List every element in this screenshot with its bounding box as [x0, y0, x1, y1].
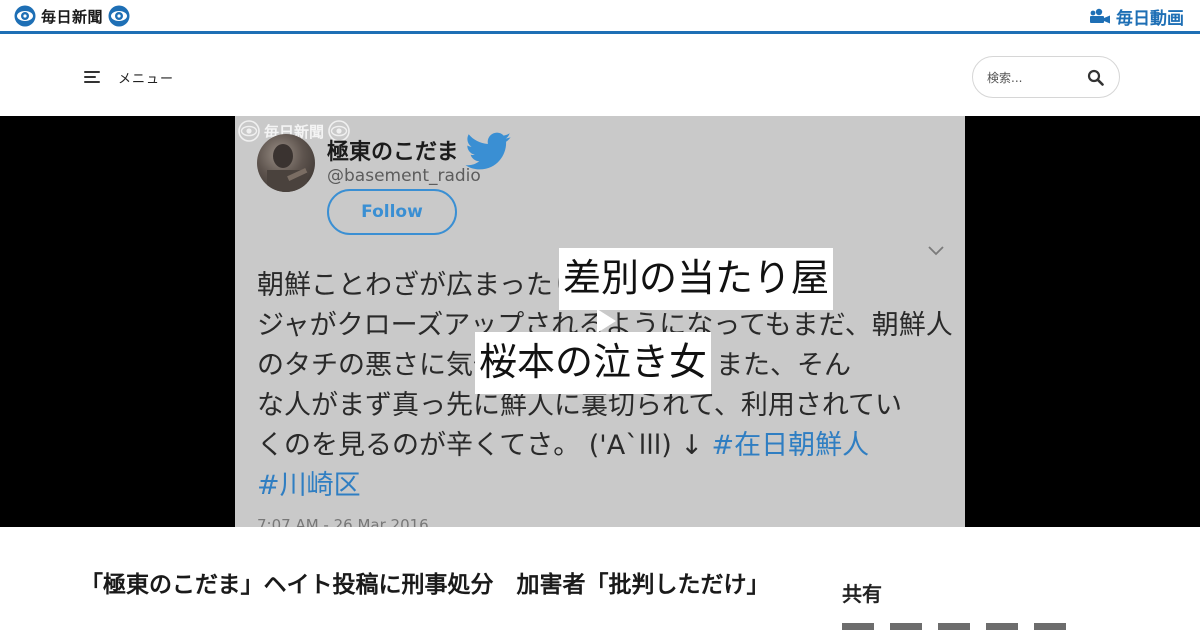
video-player[interactable]: 毎日新聞 極東のこだま @basement_radio Follow 朝鮮ことわ… [0, 116, 1200, 527]
tweet-display-name: 極東のこだま [327, 140, 459, 165]
chevron-down-icon[interactable] [928, 246, 944, 256]
tweet-handle: @basement_radio [327, 166, 481, 186]
video-camera-icon [1090, 8, 1110, 24]
video-frame[interactable]: 毎日新聞 極東のこだま @basement_radio Follow 朝鮮ことわ… [235, 116, 965, 527]
mainichi-eye-logo-icon [108, 5, 130, 27]
brand-name: 毎日新聞 [41, 7, 104, 26]
site-header: メニュー [0, 37, 1200, 116]
avatar-portrait-icon [267, 144, 308, 192]
menu-button[interactable]: メニュー [84, 66, 174, 88]
hamburger-menu-icon [84, 70, 102, 84]
search-input[interactable] [987, 68, 1085, 88]
search-box [972, 56, 1120, 98]
mainichi-eye-logo-icon [14, 5, 36, 27]
video-caption-top: 差別の当たり屋 [559, 248, 834, 310]
share-button-5[interactable] [1034, 623, 1066, 630]
tweet-line: くのを見るのが辛くてさ。 ('A`lll) ↓ #在日朝鮮人 [257, 426, 957, 466]
watermark-eye-icon [238, 120, 260, 142]
tweet-line-text: くのを見るのが辛くてさ。 ('A`lll) ↓ [257, 430, 712, 461]
search-icon[interactable] [1087, 69, 1104, 86]
mainichi-logo-link[interactable]: 毎日新聞 [14, 4, 130, 28]
tweet-line: #川崎区 [257, 466, 957, 506]
mainichi-video-link[interactable]: 毎日動画 [1089, 5, 1184, 29]
article-title: 「極東のこだま」ヘイト投稿に刑事処分 加害者「批判しただけ」 [80, 572, 770, 598]
follow-button[interactable]: Follow [327, 189, 457, 235]
share-button-2[interactable] [890, 623, 922, 630]
share-label: 共有 [842, 582, 882, 606]
tweet-timestamp: 7:07 AM - 26 Mar 2016 [257, 516, 429, 527]
play-icon[interactable] [595, 308, 617, 334]
tweet-avatar [257, 134, 315, 192]
hashtag-link: #川崎区 [257, 470, 361, 501]
share-button-1[interactable] [842, 623, 874, 630]
hashtag-link: #在日朝鮮人 [711, 430, 870, 461]
share-button-4[interactable] [986, 623, 1018, 630]
video-caption-bottom: 桜本の泣き女 [475, 332, 712, 394]
top-brand-bar: 毎日新聞 毎日動画 [0, 0, 1200, 34]
menu-label: メニュー [118, 71, 175, 87]
twitter-bird-icon [465, 132, 511, 170]
share-button-3[interactable] [938, 623, 970, 630]
video-brand-label: 毎日動画 [1116, 8, 1184, 29]
